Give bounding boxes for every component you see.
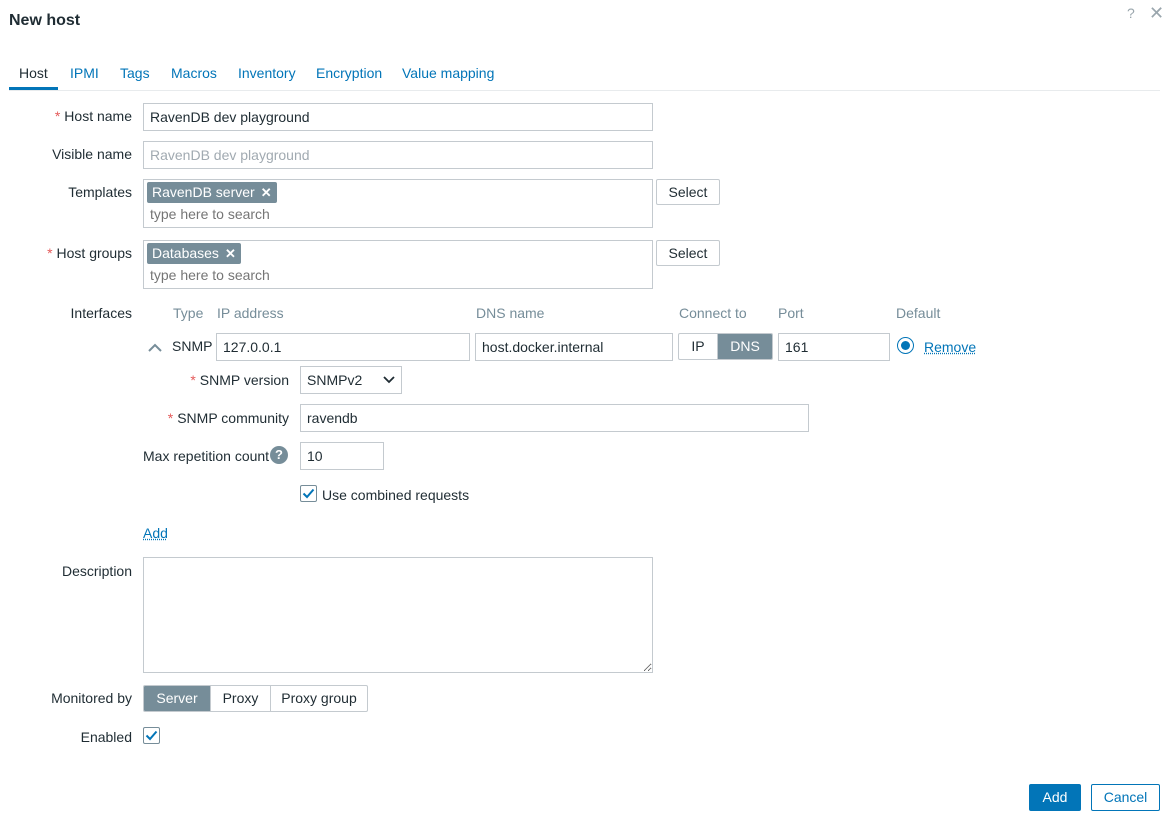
- interfaces-label: Interfaces: [70, 305, 132, 321]
- collapse-chevron-icon[interactable]: [147, 340, 163, 356]
- snmp-community-input[interactable]: [300, 404, 809, 432]
- description-textarea[interactable]: [143, 557, 653, 673]
- check-icon: [302, 488, 315, 499]
- combined-requests-checkbox[interactable]: [300, 485, 317, 502]
- col-type: Type: [173, 305, 204, 321]
- snmp-version-value: SNMPv2: [307, 372, 363, 388]
- monitored-by-server[interactable]: Server: [144, 686, 210, 711]
- description-label: Description: [61, 563, 132, 579]
- col-port: Port: [778, 305, 804, 321]
- remove-chip-icon[interactable]: ✕: [225, 243, 236, 264]
- ip-address-input[interactable]: [216, 333, 470, 361]
- add-interface-link[interactable]: Add: [143, 525, 168, 541]
- host-groups-search-input[interactable]: [150, 267, 550, 283]
- help-icon[interactable]: ?: [1127, 5, 1135, 21]
- host-group-chip: Databases ✕: [147, 243, 241, 264]
- visible-name-label: Visible name: [52, 146, 132, 162]
- templates-search-input[interactable]: [150, 206, 550, 222]
- tab-ipmi[interactable]: IPMI: [70, 65, 99, 81]
- host-groups-multiselect[interactable]: Databases ✕: [143, 240, 653, 289]
- template-chip-label: RavenDB server: [152, 184, 255, 200]
- tab-macros[interactable]: Macros: [171, 65, 217, 81]
- template-chip: RavenDB server ✕: [147, 182, 277, 203]
- cancel-button[interactable]: Cancel: [1091, 784, 1160, 811]
- templates-multiselect[interactable]: RavenDB server ✕: [143, 179, 653, 228]
- close-icon[interactable]: ✕: [1149, 3, 1164, 24]
- interface-type: SNMP: [172, 338, 213, 354]
- monitored-by-label: Monitored by: [51, 690, 132, 706]
- col-connect-to: Connect to: [679, 305, 747, 321]
- templates-label: Templates: [68, 184, 132, 200]
- templates-select-button[interactable]: Select: [656, 179, 720, 205]
- host-groups-label: * Host groups: [47, 245, 132, 261]
- port-input[interactable]: [778, 333, 890, 361]
- col-dns-name: DNS name: [476, 305, 545, 321]
- host-name-label: * Host name: [54, 108, 132, 124]
- check-icon: [145, 730, 158, 741]
- combined-requests-label: Use combined requests: [322, 487, 470, 503]
- dns-name-input[interactable]: [475, 333, 673, 361]
- connect-to-toggle: IP DNS: [678, 333, 773, 360]
- monitored-by-toggle: Server Proxy Proxy group: [143, 685, 368, 712]
- remove-chip-icon[interactable]: ✕: [261, 182, 272, 203]
- tab-encryption[interactable]: Encryption: [316, 65, 382, 81]
- add-button[interactable]: Add: [1029, 784, 1081, 811]
- enabled-label: Enabled: [80, 729, 132, 745]
- help-icon[interactable]: ?: [270, 446, 288, 464]
- host-group-chip-label: Databases: [152, 245, 219, 261]
- snmp-version-select[interactable]: SNMPv2: [300, 366, 402, 394]
- active-tab-indicator: [9, 87, 58, 90]
- default-interface-radio[interactable]: [897, 337, 914, 354]
- tab-host[interactable]: Host: [19, 65, 48, 81]
- host-groups-select-button[interactable]: Select: [656, 240, 720, 266]
- visible-name-input[interactable]: [143, 141, 653, 169]
- col-default: Default: [896, 305, 941, 321]
- max-repetition-input[interactable]: [300, 442, 384, 470]
- tab-value-mapping[interactable]: Value mapping: [402, 65, 494, 81]
- remove-interface-link[interactable]: Remove: [924, 339, 976, 355]
- snmp-community-label: * SNMP community: [167, 410, 289, 426]
- max-repetition-label: Max repetition count: [143, 448, 270, 464]
- dialog-title: New host: [9, 12, 81, 29]
- enabled-checkbox[interactable]: [143, 727, 160, 744]
- tabs-divider: [9, 90, 1160, 91]
- snmp-version-label: * SNMP version: [190, 372, 289, 388]
- connect-ip-option[interactable]: IP: [679, 334, 717, 359]
- tab-inventory[interactable]: Inventory: [238, 65, 296, 81]
- tab-tags[interactable]: Tags: [120, 65, 150, 81]
- col-ip-address: IP address: [217, 305, 284, 321]
- chevron-down-icon: [383, 376, 395, 384]
- host-name-input[interactable]: [143, 103, 653, 131]
- connect-dns-option[interactable]: DNS: [717, 334, 772, 359]
- monitored-by-proxy-group[interactable]: Proxy group: [270, 686, 367, 711]
- monitored-by-proxy[interactable]: Proxy: [210, 686, 270, 711]
